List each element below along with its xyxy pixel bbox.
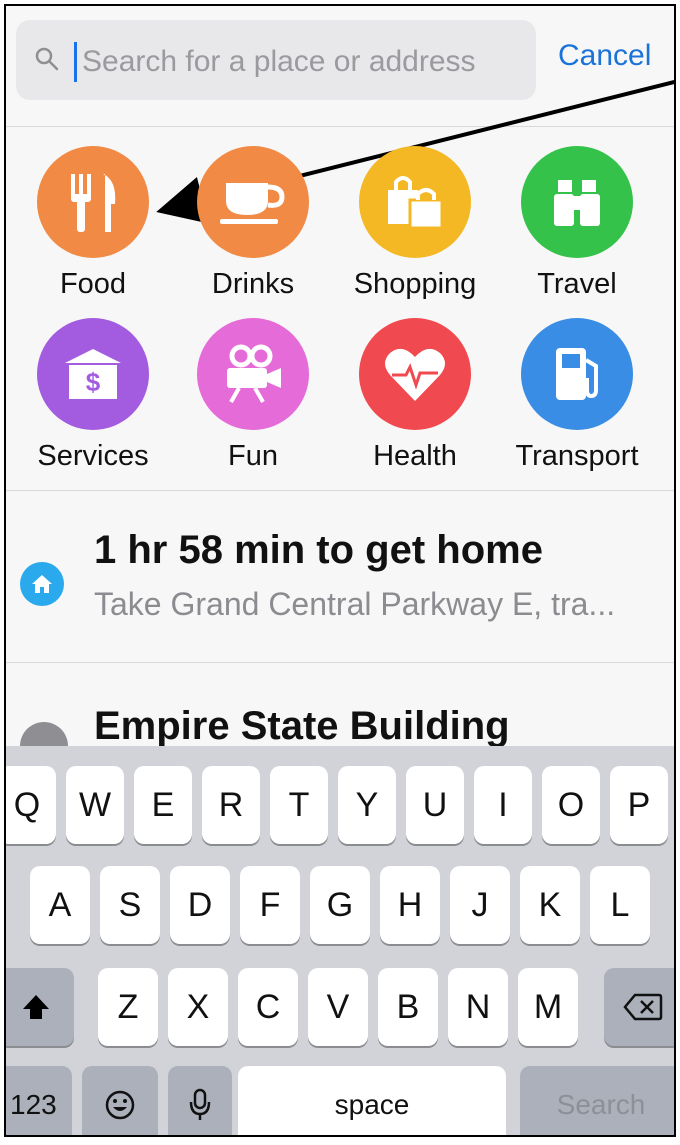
list-item-title: 1 hr 58 min to get home bbox=[94, 528, 543, 572]
category-label: Services bbox=[37, 440, 149, 472]
dictation-key[interactable] bbox=[168, 1066, 232, 1135]
fork-knife-icon bbox=[37, 146, 149, 258]
key-s[interactable]: S bbox=[100, 866, 160, 944]
key-x[interactable]: X bbox=[168, 968, 228, 1046]
list-item-title: Empire State Building bbox=[94, 704, 510, 748]
bank-icon: $ bbox=[37, 318, 149, 430]
key-p[interactable]: P bbox=[610, 766, 668, 844]
key-w[interactable]: W bbox=[66, 766, 124, 844]
category-label: Health bbox=[373, 440, 457, 472]
fuel-pump-icon bbox=[521, 318, 633, 430]
key-d[interactable]: D bbox=[170, 866, 230, 944]
screen: Search for a place or address Cancel Foo… bbox=[4, 4, 676, 1137]
divider bbox=[6, 662, 674, 663]
key-h[interactable]: H bbox=[380, 866, 440, 944]
key-q[interactable]: Q bbox=[6, 766, 56, 844]
category-label: Fun bbox=[228, 440, 278, 472]
shopping-bags-icon bbox=[359, 146, 471, 258]
emoji-key[interactable] bbox=[82, 1066, 158, 1135]
key-m[interactable]: M bbox=[518, 968, 578, 1046]
keyboard: QWERTYUIOP ASDFGHJKL ZXCVBNM 123 space S… bbox=[6, 746, 674, 1135]
category-fun[interactable]: Fun bbox=[178, 318, 328, 474]
category-label: Drinks bbox=[211, 268, 295, 300]
key-o[interactable]: O bbox=[542, 766, 600, 844]
coffee-cup-icon bbox=[197, 146, 309, 258]
divider bbox=[6, 490, 674, 491]
key-t[interactable]: T bbox=[270, 766, 328, 844]
svg-text:$: $ bbox=[86, 367, 101, 397]
category-label: Travel bbox=[537, 268, 617, 300]
category-label: Transport bbox=[515, 440, 639, 472]
divider bbox=[6, 126, 674, 127]
category-food[interactable]: Food bbox=[18, 146, 168, 302]
key-f[interactable]: F bbox=[240, 866, 300, 944]
heart-pulse-icon bbox=[359, 318, 471, 430]
category-transport[interactable]: Transport bbox=[502, 318, 652, 474]
space-key[interactable]: space bbox=[238, 1066, 506, 1135]
film-camera-icon bbox=[197, 318, 309, 430]
key-g[interactable]: G bbox=[310, 866, 370, 944]
microphone-icon bbox=[189, 1088, 211, 1120]
search-key[interactable]: Search bbox=[520, 1066, 674, 1135]
text-caret bbox=[74, 42, 77, 82]
category-shopping[interactable]: Shopping bbox=[340, 146, 490, 302]
key-l[interactable]: L bbox=[590, 866, 650, 944]
category-health[interactable]: Health bbox=[340, 318, 490, 474]
home-icon bbox=[20, 562, 64, 606]
key-j[interactable]: J bbox=[450, 866, 510, 944]
key-z[interactable]: Z bbox=[98, 968, 158, 1046]
list-item-subtitle: Take Grand Central Parkway E, tra... bbox=[94, 586, 616, 622]
delete-key[interactable] bbox=[604, 968, 674, 1046]
category-label: Food bbox=[59, 268, 127, 300]
key-c[interactable]: C bbox=[238, 968, 298, 1046]
category-label: Shopping bbox=[353, 268, 477, 300]
key-u[interactable]: U bbox=[406, 766, 464, 844]
search-placeholder: Search for a place or address bbox=[82, 45, 476, 78]
backspace-icon bbox=[623, 993, 663, 1021]
search-icon bbox=[35, 47, 59, 71]
shift-key[interactable] bbox=[6, 968, 74, 1046]
key-v[interactable]: V bbox=[308, 968, 368, 1046]
search-field[interactable]: Search for a place or address bbox=[16, 20, 536, 100]
key-a[interactable]: A bbox=[30, 866, 90, 944]
category-services[interactable]: $ Services bbox=[18, 318, 168, 474]
key-i[interactable]: I bbox=[474, 766, 532, 844]
binoculars-icon bbox=[521, 146, 633, 258]
numbers-key[interactable]: 123 bbox=[6, 1066, 72, 1135]
key-r[interactable]: R bbox=[202, 766, 260, 844]
key-e[interactable]: E bbox=[134, 766, 192, 844]
key-b[interactable]: B bbox=[378, 968, 438, 1046]
shift-icon bbox=[23, 995, 49, 1019]
cancel-button[interactable]: Cancel bbox=[558, 36, 651, 76]
key-n[interactable]: N bbox=[448, 968, 508, 1046]
key-y[interactable]: Y bbox=[338, 766, 396, 844]
emoji-icon bbox=[105, 1090, 135, 1120]
category-travel[interactable]: Travel bbox=[502, 146, 652, 302]
key-k[interactable]: K bbox=[520, 866, 580, 944]
category-drinks[interactable]: Drinks bbox=[178, 146, 328, 302]
